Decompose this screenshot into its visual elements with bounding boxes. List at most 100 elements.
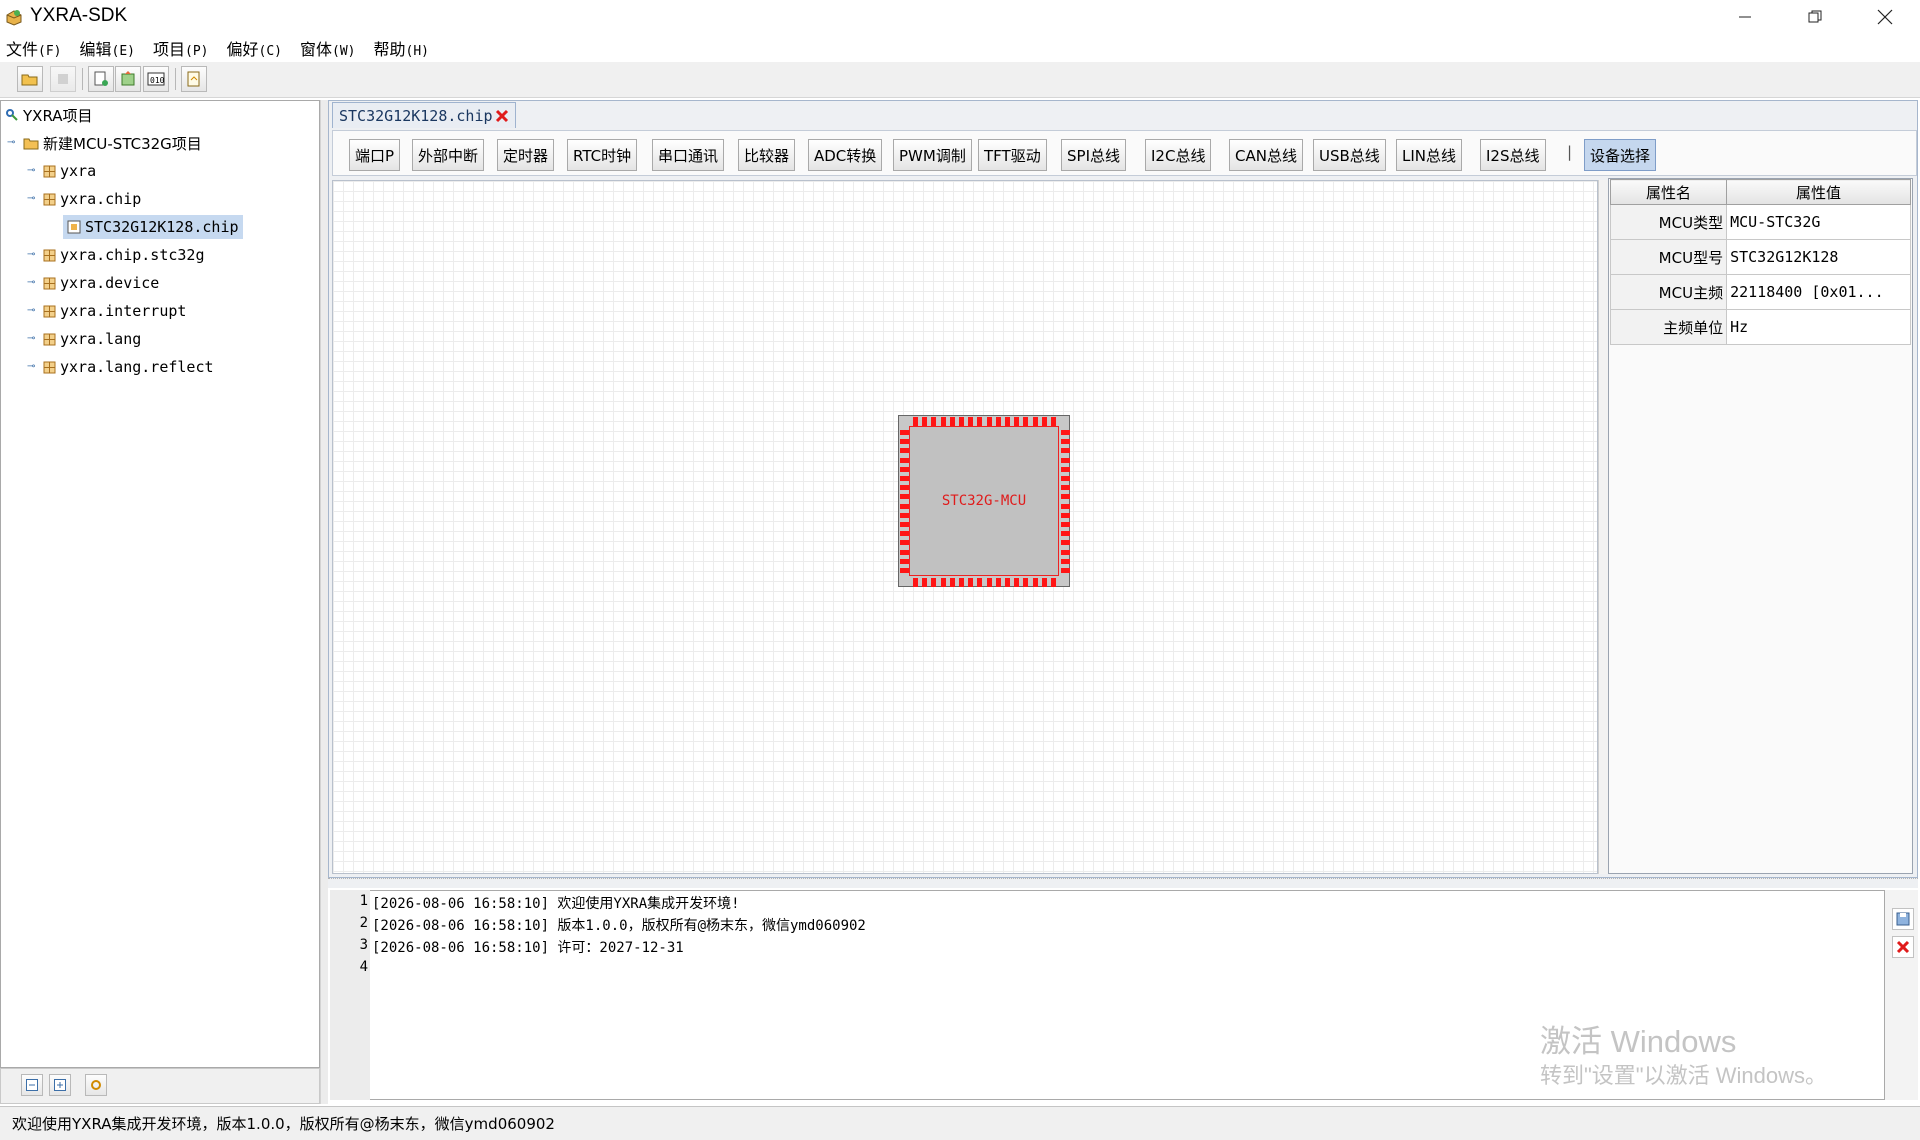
component-button-11[interactable]: I2C总线 bbox=[1145, 139, 1212, 171]
property-value[interactable]: MCU-STC32G bbox=[1726, 204, 1911, 240]
chip-pin-left[interactable] bbox=[900, 494, 909, 500]
refresh-tree-button[interactable] bbox=[85, 1074, 107, 1096]
new-file-button[interactable] bbox=[88, 66, 114, 92]
chip-pin-left[interactable] bbox=[900, 476, 909, 481]
chip-pin-top[interactable] bbox=[1051, 417, 1056, 426]
chip-pin-left[interactable] bbox=[900, 448, 909, 454]
component-button-14[interactable]: LIN总线 bbox=[1396, 139, 1463, 171]
device-select-button[interactable]: 设备选择 bbox=[1584, 139, 1657, 171]
chip-pin-left[interactable] bbox=[900, 503, 909, 509]
property-splitter[interactable] bbox=[1598, 180, 1608, 874]
menu-project[interactable]: 项目(P) bbox=[153, 36, 209, 60]
chip-pin-right[interactable] bbox=[1061, 485, 1070, 491]
property-row[interactable]: MCU型号 STC32G12K128 bbox=[1609, 239, 1911, 275]
chip-pin-right[interactable] bbox=[1061, 540, 1070, 546]
chip-pin-right[interactable] bbox=[1061, 522, 1070, 527]
property-row[interactable]: MCU类型 MCU-STC32G bbox=[1609, 204, 1911, 240]
chip-pin-bottom[interactable] bbox=[1023, 578, 1029, 587]
binary-button[interactable]: 010 bbox=[143, 66, 169, 92]
chip-pin-left[interactable] bbox=[900, 522, 909, 527]
mcu-chip[interactable]: STC32G-MCU bbox=[898, 415, 1070, 587]
chip-pin-top[interactable] bbox=[931, 417, 937, 426]
tree-root[interactable]: YXRA项目 bbox=[5, 103, 93, 127]
expand-all-button[interactable] bbox=[49, 1074, 71, 1096]
chip-pin-bottom[interactable] bbox=[922, 578, 928, 587]
chip-pin-top[interactable] bbox=[959, 417, 964, 426]
property-value-header[interactable]: 属性值 bbox=[1726, 179, 1911, 205]
chip-pin-right[interactable] bbox=[1061, 568, 1070, 573]
expand-toggle-icon[interactable]: ⊸ bbox=[27, 194, 37, 204]
chip-pin-bottom[interactable] bbox=[949, 578, 955, 587]
chip-pin-bottom[interactable] bbox=[1005, 578, 1010, 587]
component-button-6[interactable]: 比较器 bbox=[738, 139, 796, 171]
property-row[interactable]: MCU主频 22118400 [0x01... bbox=[1609, 274, 1911, 310]
component-button-10[interactable]: SPI总线 bbox=[1061, 139, 1126, 171]
chip-pin-bottom[interactable] bbox=[913, 578, 918, 587]
expand-toggle-icon[interactable]: ⊸ bbox=[27, 250, 37, 260]
property-value[interactable]: Hz bbox=[1726, 309, 1911, 345]
component-button-1[interactable]: 端口P bbox=[349, 139, 401, 171]
save-console-button[interactable] bbox=[1892, 908, 1914, 930]
chip-pin-right[interactable] bbox=[1061, 494, 1070, 500]
tree-selected-file[interactable]: STC32G12K128.chip bbox=[63, 215, 243, 239]
horizontal-splitter[interactable] bbox=[328, 878, 1918, 888]
expand-toggle-icon[interactable]: ⊸ bbox=[27, 362, 37, 372]
chip-pin-right[interactable] bbox=[1061, 466, 1070, 472]
expand-toggle-icon[interactable]: ⊸ bbox=[27, 166, 37, 176]
chip-pin-right[interactable] bbox=[1061, 531, 1070, 537]
component-button-12[interactable]: CAN总线 bbox=[1229, 139, 1303, 171]
chip-pin-left[interactable] bbox=[900, 558, 909, 564]
chip-pin-left[interactable] bbox=[900, 466, 909, 472]
chip-pin-bottom[interactable] bbox=[940, 578, 946, 587]
close-button[interactable] bbox=[1850, 0, 1920, 34]
chip-pin-right[interactable] bbox=[1061, 457, 1070, 463]
collapse-toggle-icon[interactable]: ⊸ bbox=[7, 138, 17, 148]
chip-pin-bottom[interactable] bbox=[968, 578, 974, 587]
chip-pin-top[interactable] bbox=[1014, 417, 1020, 426]
chip-pin-left[interactable] bbox=[900, 568, 909, 573]
menu-window[interactable]: 窗体(W) bbox=[300, 36, 356, 60]
chip-pin-top[interactable] bbox=[1005, 417, 1010, 426]
chip-pin-left[interactable] bbox=[900, 540, 909, 546]
chip-pin-top[interactable] bbox=[1041, 417, 1047, 426]
tab-chip-file[interactable]: STC32G12K128.chip bbox=[332, 102, 516, 128]
chip-pin-top[interactable] bbox=[995, 417, 1001, 426]
chip-pin-bottom[interactable] bbox=[1014, 578, 1020, 587]
chip-pin-top[interactable] bbox=[1023, 417, 1029, 426]
chip-pin-left[interactable] bbox=[900, 430, 909, 435]
chip-pin-bottom[interactable] bbox=[931, 578, 937, 587]
chip-pin-bottom[interactable] bbox=[1041, 578, 1047, 587]
chip-pin-right[interactable] bbox=[1061, 558, 1070, 564]
expand-toggle-icon[interactable]: ⊸ bbox=[27, 306, 37, 316]
export-button[interactable] bbox=[181, 66, 207, 92]
chip-pin-left[interactable] bbox=[900, 457, 909, 463]
chip-pin-top[interactable] bbox=[977, 417, 983, 426]
chip-pin-bottom[interactable] bbox=[1032, 578, 1038, 587]
property-value[interactable]: 22118400 [0x01... bbox=[1726, 274, 1911, 310]
component-button-15[interactable]: I2S总线 bbox=[1480, 139, 1546, 171]
tree-package-yxra-chip[interactable]: ⊸ yxra.chip bbox=[27, 187, 141, 211]
chip-pin-top[interactable] bbox=[940, 417, 946, 426]
chip-pin-left[interactable] bbox=[900, 439, 909, 445]
tree-package-yxra[interactable]: ⊸ yxra bbox=[27, 159, 96, 183]
chip-pin-left[interactable] bbox=[900, 549, 909, 555]
chip-pin-bottom[interactable] bbox=[1051, 578, 1056, 587]
property-value[interactable]: STC32G12K128 bbox=[1726, 239, 1911, 275]
tree-package-yxra-device[interactable]: ⊸ yxra.device bbox=[27, 271, 159, 295]
component-button-7[interactable]: ADC转换 bbox=[808, 139, 883, 171]
clear-console-button[interactable] bbox=[1892, 936, 1914, 958]
collapse-all-button[interactable] bbox=[21, 1074, 43, 1096]
chip-pin-top[interactable] bbox=[913, 417, 918, 426]
menu-file[interactable]: 文件(F) bbox=[6, 36, 62, 60]
chip-pin-right[interactable] bbox=[1061, 549, 1070, 555]
chip-pin-left[interactable] bbox=[900, 512, 909, 518]
component-button-4[interactable]: RTC时钟 bbox=[567, 139, 638, 171]
property-row[interactable]: 主频单位 Hz bbox=[1609, 309, 1911, 345]
open-folder-button[interactable] bbox=[17, 66, 43, 92]
component-button-8[interactable]: PWM调制 bbox=[893, 139, 972, 171]
component-button-9[interactable]: TFT驱动 bbox=[978, 139, 1047, 171]
menu-edit[interactable]: 编辑(E) bbox=[80, 36, 136, 60]
chip-pin-right[interactable] bbox=[1061, 476, 1070, 481]
component-button-13[interactable]: USB总线 bbox=[1313, 139, 1386, 171]
property-name-header[interactable]: 属性名 bbox=[1609, 179, 1728, 205]
